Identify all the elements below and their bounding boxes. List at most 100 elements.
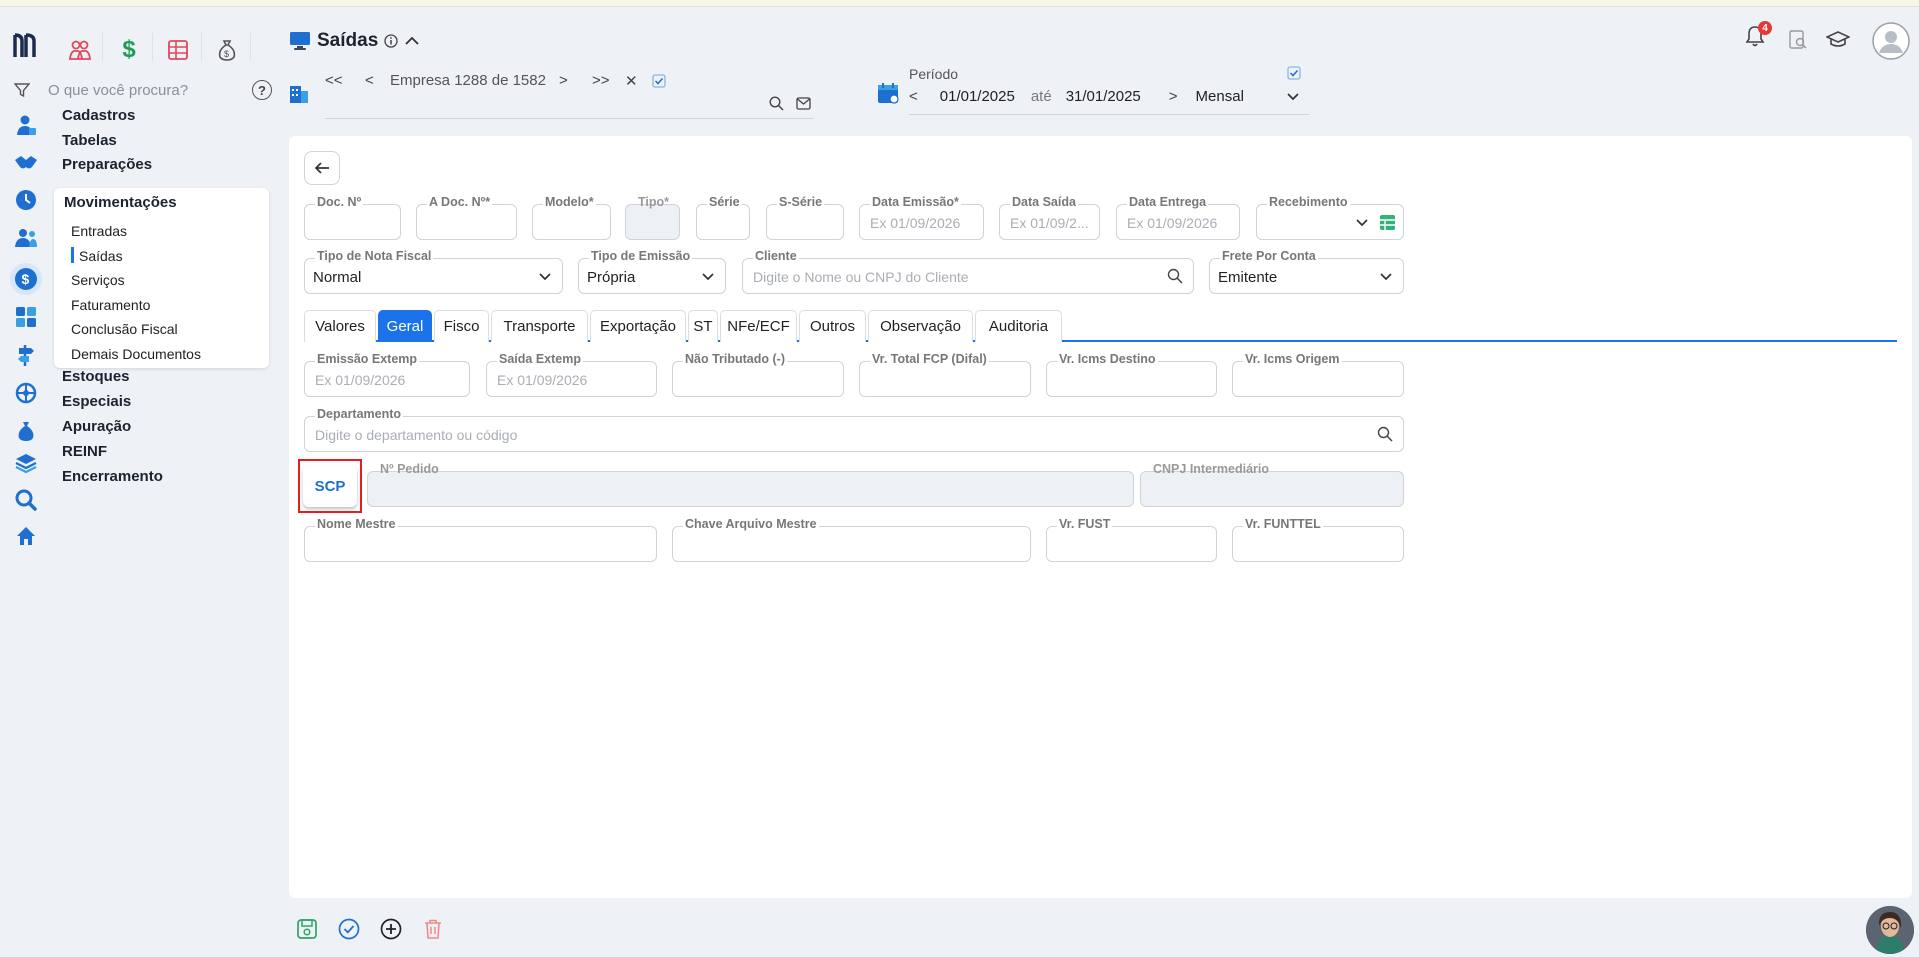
dollar-circle-icon[interactable]: $ [10,263,42,295]
tab-observacao[interactable]: Observação [868,310,973,342]
submenu-item-faturamento[interactable]: Faturamento [71,297,150,313]
users-icon[interactable] [12,224,40,252]
tab-valores[interactable]: Valores [304,310,376,342]
a-doc-numero-field[interactable]: A Doc. Nº* [416,195,517,240]
next-period-button[interactable]: > [1169,88,1178,105]
info-icon[interactable] [384,34,398,48]
data-emissao-field[interactable]: Data Emissão* Ex 01/09/2026 [859,195,984,240]
table-icon[interactable] [1379,214,1396,231]
search-icon[interactable] [1377,426,1393,442]
calculator-icon[interactable] [12,303,40,331]
chevron-down-icon[interactable] [538,272,552,282]
submenu-item-demais-documentos[interactable]: Demais Documentos [71,346,201,362]
submenu-item-conclusao-fiscal[interactable]: Conclusão Fiscal [71,321,178,337]
user-avatar-icon[interactable] [1872,22,1910,63]
vr-funttel-field[interactable]: Vr. FUNTTEL [1232,517,1404,562]
nome-mestre-field[interactable]: Nome Mestre [304,517,657,562]
data-saida-field[interactable]: Data Saída Ex 01/09/2... [999,195,1100,240]
data-entrega-field[interactable]: Data Entrega Ex 01/09/2026 [1116,195,1240,240]
help-icon[interactable]: ? [252,80,272,100]
tab-transporte[interactable]: Transporte [491,310,588,342]
tab-geral[interactable]: Geral [378,310,432,342]
tab-auditoria[interactable]: Auditoria [975,310,1062,342]
menu-preparacoes[interactable]: Preparações [62,156,152,173]
app-logo[interactable] [12,31,42,61]
search-company-icon[interactable] [769,96,784,111]
tipo-nota-fiscal-select[interactable]: Tipo de Nota Fiscal Normal [304,249,563,294]
calendar-icon[interactable] [877,82,899,104]
recebimento-select[interactable]: Recebimento [1256,195,1404,240]
saida-extemp-field[interactable]: Saída Extemp Ex 01/09/2026 [486,352,657,397]
doc-numero-field[interactable]: Doc. Nº [304,195,401,240]
menu-encerramento[interactable]: Encerramento [62,468,163,485]
vr-icms-origem-field[interactable]: Vr. Icms Origem [1232,352,1404,397]
period-checkbox-icon[interactable] [1287,66,1301,80]
period-from[interactable]: 01/01/2025 [940,88,1015,105]
next-company-button[interactable]: > [559,72,568,89]
trash-icon[interactable] [421,917,445,941]
prev-period-button[interactable]: < [909,88,918,105]
search-icon[interactable] [1167,268,1183,284]
vr-fust-field[interactable]: Vr. FUST [1046,517,1217,562]
menu-tabelas[interactable]: Tabelas [62,132,117,149]
back-button[interactable] [304,151,340,185]
submenu-item-servicos[interactable]: Serviços [71,272,125,288]
spreadsheet-icon[interactable] [160,33,196,67]
tab-fisco[interactable]: Fisco [434,310,489,342]
bell-icon[interactable]: 4 [1744,21,1772,51]
network-icon[interactable] [12,379,40,407]
document-search-icon[interactable] [1788,30,1808,53]
menu-reinf[interactable]: REINF [62,443,107,460]
submenu-item-saidas[interactable]: Saídas [79,248,123,264]
tab-outros[interactable]: Outros [799,310,866,342]
s-serie-field[interactable]: S-Série [766,195,844,240]
assistant-avatar[interactable] [1866,906,1914,954]
sidebar-search-input[interactable]: O que você procura? [48,82,252,99]
confirm-icon[interactable] [337,917,361,941]
emissao-extemp-field[interactable]: Emissão Extemp Ex 01/09/2026 [304,352,470,397]
submenu-item-entradas[interactable]: Entradas [71,223,127,239]
chevron-up-icon[interactable] [404,35,420,47]
checkbox-icon[interactable] [652,74,666,88]
last-company-button[interactable]: >> [592,72,610,89]
signpost-icon[interactable] [12,341,40,369]
handshake-icon[interactable] [12,149,40,177]
period-mode[interactable]: Mensal [1196,88,1244,105]
people-icon[interactable] [62,33,98,67]
modelo-field[interactable]: Modelo* [532,195,611,240]
frete-por-conta-select[interactable]: Frete Por Conta Emitente [1209,249,1404,294]
dollar-icon[interactable]: $ [111,33,147,67]
filter-icon[interactable] [14,82,30,98]
scp-button[interactable]: SCP [303,465,357,507]
money-bag-icon[interactable]: $ [209,33,245,67]
period-to[interactable]: 31/01/2025 [1066,88,1141,105]
close-company-button[interactable]: ✕ [625,72,638,90]
vr-total-fcp-field[interactable]: Vr. Total FCP (Difal) [859,352,1031,397]
tab-st[interactable]: ST [688,310,718,342]
submenu-title[interactable]: Movimentações [64,194,177,211]
home-icon[interactable] [12,522,40,550]
tipo-emissao-select[interactable]: Tipo de Emissão Própria [578,249,726,294]
chave-arquivo-mestre-field[interactable]: Chave Arquivo Mestre [672,517,1031,562]
graduation-cap-icon[interactable] [1825,30,1851,53]
cliente-input[interactable]: Cliente Digite o Nome ou CNPJ do Cliente [742,249,1194,294]
layers-icon[interactable] [12,449,40,477]
menu-cadastros[interactable]: Cadastros [62,107,135,124]
menu-estoques[interactable]: Estoques [62,368,130,385]
chevron-down-icon[interactable] [1286,92,1300,102]
serie-field[interactable]: Série [696,195,750,240]
sidebar-search[interactable]: O que você procura? ? [14,77,272,103]
prev-company-button[interactable]: < [365,72,374,89]
nao-tributado-field[interactable]: Não Tributado (-) [672,352,844,397]
vr-icms-destino-field[interactable]: Vr. Icms Destino [1046,352,1217,397]
save-icon[interactable] [295,917,319,941]
chevron-down-icon[interactable] [1379,272,1393,282]
chevron-down-icon[interactable] [701,272,715,282]
menu-especiais[interactable]: Especiais [62,393,131,410]
tab-nfe-ecf[interactable]: NFe/ECF [720,310,797,342]
menu-apuracao[interactable]: Apuração [62,418,131,435]
departamento-input[interactable]: Departamento Digite o departamento ou có… [304,407,1404,452]
mail-icon[interactable] [796,97,811,110]
bag-icon[interactable] [12,417,40,445]
search-icon[interactable] [12,486,40,514]
